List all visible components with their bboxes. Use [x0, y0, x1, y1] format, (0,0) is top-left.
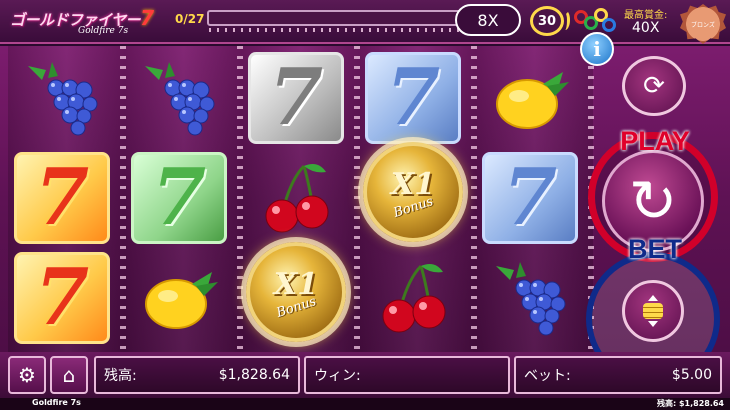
cherry-symbol	[248, 152, 344, 244]
bet-adjust-button[interactable]	[622, 280, 684, 342]
balance-field: 残高: $1,828.64	[94, 356, 300, 394]
bet-value: $5.00	[671, 367, 712, 383]
autoplay-icon: ⟳	[643, 71, 665, 101]
green-seven-symbol: 7	[131, 152, 227, 244]
spins-counter-badge: 30	[530, 6, 564, 36]
grapes-symbol	[482, 252, 578, 344]
win-label: ウィン:	[314, 368, 361, 384]
top-prize-value: 40X	[632, 20, 660, 36]
fire-seven-symbol: 7	[14, 152, 110, 244]
bonus-coin-symbol: X1 Bonus	[363, 142, 463, 242]
spins-arrow-icon	[560, 10, 570, 30]
home-icon: ⌂	[62, 363, 76, 387]
game-logo: ゴールドファイヤー7 Goldfire 7s	[6, 4, 156, 40]
balance-value: $1,828.64	[218, 367, 290, 383]
top-prize-label: 最高賞金:	[624, 10, 668, 21]
footer-balance: 残高: $1,828.64	[656, 399, 724, 408]
gear-icon: ⚙	[18, 363, 36, 387]
spin-arrow-icon: ↻	[628, 167, 678, 235]
bet-field-label: ベット:	[524, 368, 571, 384]
lemon-symbol	[131, 252, 227, 344]
grapes-symbol	[14, 52, 110, 144]
play-label: PLAY	[620, 126, 690, 156]
top-bar: ゴールドファイヤー7 Goldfire 7s 0/27 8X 30 最高賞金: …	[0, 0, 730, 44]
blue-seven-symbol: 7	[482, 152, 578, 244]
fire-seven-symbol: 7	[14, 252, 110, 344]
grapes-symbol	[131, 52, 227, 144]
bet-field: ベット: $5.00	[514, 356, 722, 394]
bronze-badge: ブロンズ	[680, 4, 726, 44]
logo-seven: 7	[140, 6, 154, 30]
lemon-symbol	[482, 52, 578, 144]
balance-label: 残高:	[104, 368, 137, 384]
win-field: ウィン:	[304, 356, 510, 394]
logo-subtitle: Goldfire 7s	[78, 26, 129, 36]
footer: Goldfire 7s 残高: $1,828.64	[0, 398, 730, 410]
autoplay-button[interactable]: ⟳	[622, 56, 686, 116]
arrow-up-icon	[648, 295, 658, 301]
blue-seven-symbol: 7	[365, 52, 461, 144]
bottom-bar: ⚙ ⌂ 残高: $1,828.64 ウィン: ベット: $5.00	[0, 352, 730, 398]
cherry-symbol	[365, 252, 461, 344]
silver-seven-symbol: 7	[248, 52, 344, 144]
coin-stack-icon	[643, 303, 663, 319]
bonus-coin-symbol: X1 Bonus	[246, 242, 346, 342]
footer-game-name: Goldfire 7s	[32, 398, 81, 407]
home-button[interactable]: ⌂	[50, 356, 88, 394]
arrow-down-icon	[648, 321, 658, 327]
control-panel: ⟳ ↻ PLAY BET	[582, 46, 730, 386]
progress-counter: 0/27	[175, 12, 205, 26]
progress-bar	[207, 10, 465, 32]
bet-label: BET	[628, 234, 682, 264]
settings-button[interactable]: ⚙	[8, 356, 46, 394]
multiplier-display: 8X	[455, 4, 521, 36]
